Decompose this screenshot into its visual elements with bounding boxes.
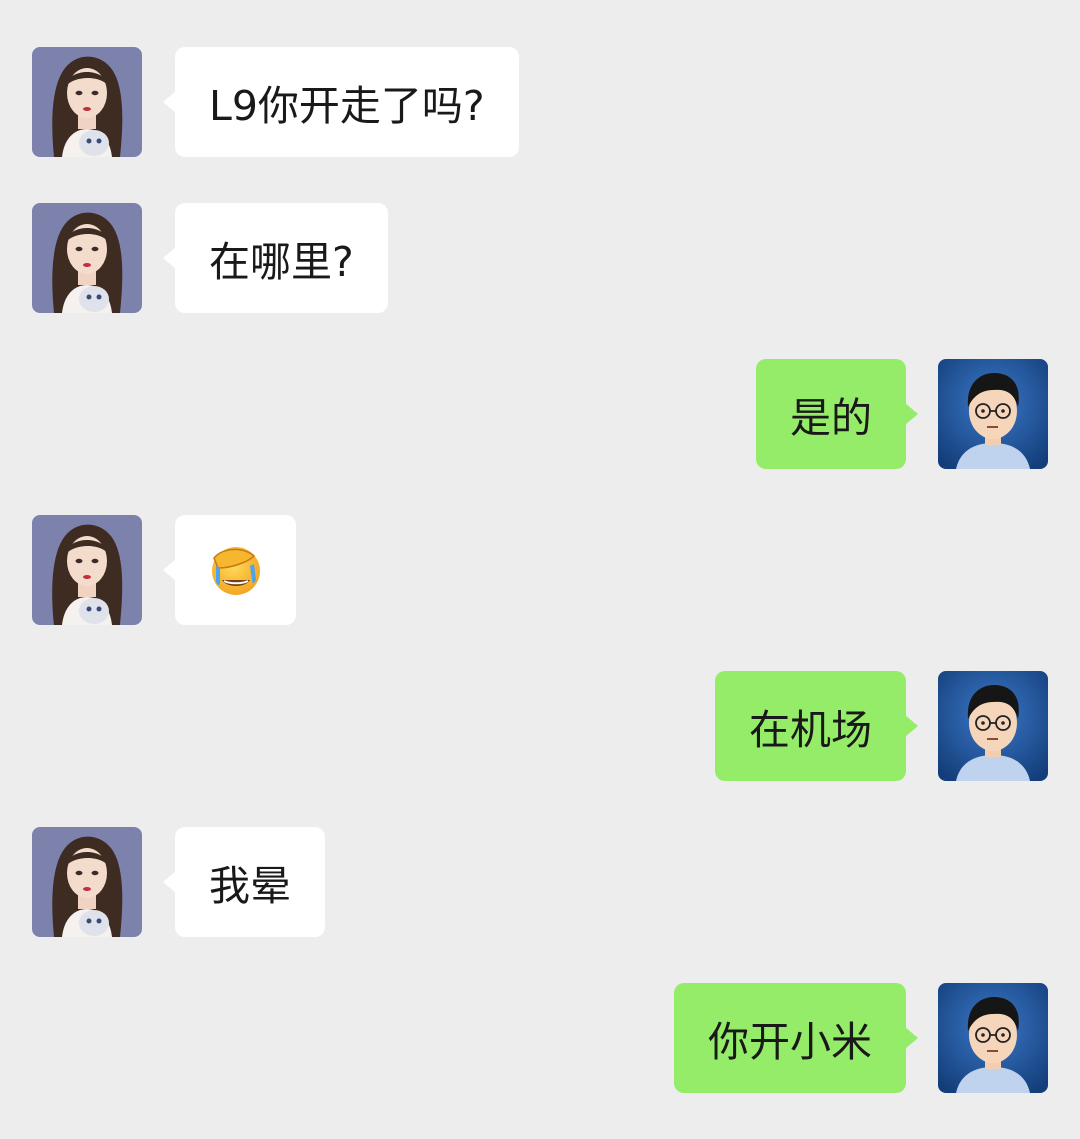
man-avatar[interactable] bbox=[938, 671, 1048, 781]
woman-avatar[interactable] bbox=[32, 203, 142, 313]
message-outgoing: 是的 bbox=[0, 359, 1080, 469]
message-bubble[interactable]: 我晕 bbox=[163, 827, 325, 937]
message-outgoing: 你开小米 bbox=[0, 983, 1080, 1093]
message-text: 是的 bbox=[790, 394, 872, 442]
message-incoming bbox=[0, 515, 1080, 625]
message-incoming: L9你开走了吗? bbox=[0, 47, 1080, 157]
message-outgoing: 在机场 bbox=[0, 671, 1080, 781]
message-incoming: 我晕 bbox=[0, 827, 1080, 937]
chat-window: L9你开走了吗? 在哪里? 是的 在机场 我晕 你开小米 bbox=[0, 0, 1080, 1139]
woman-avatar[interactable] bbox=[32, 47, 142, 157]
woman-avatar[interactable] bbox=[32, 827, 142, 937]
message-bubble[interactable]: 你开小米 bbox=[674, 983, 918, 1093]
facepalm-laugh-emoji bbox=[211, 547, 260, 595]
man-avatar[interactable] bbox=[938, 359, 1048, 469]
message-text: 在机场 bbox=[749, 706, 872, 754]
man-avatar[interactable] bbox=[938, 983, 1048, 1093]
message-bubble[interactable]: 在机场 bbox=[715, 671, 918, 781]
message-text: L9你开走了吗? bbox=[209, 82, 485, 130]
message-bubble[interactable] bbox=[163, 515, 296, 625]
woman-avatar[interactable] bbox=[32, 515, 142, 625]
message-bubble[interactable]: 是的 bbox=[756, 359, 918, 469]
message-bubble[interactable]: L9你开走了吗? bbox=[163, 47, 519, 157]
message-text: 你开小米 bbox=[708, 1018, 872, 1066]
message-bubble[interactable]: 在哪里? bbox=[163, 203, 388, 313]
message-text: 我晕 bbox=[209, 862, 291, 910]
message-incoming: 在哪里? bbox=[0, 203, 1080, 313]
message-text: 在哪里? bbox=[209, 238, 354, 286]
